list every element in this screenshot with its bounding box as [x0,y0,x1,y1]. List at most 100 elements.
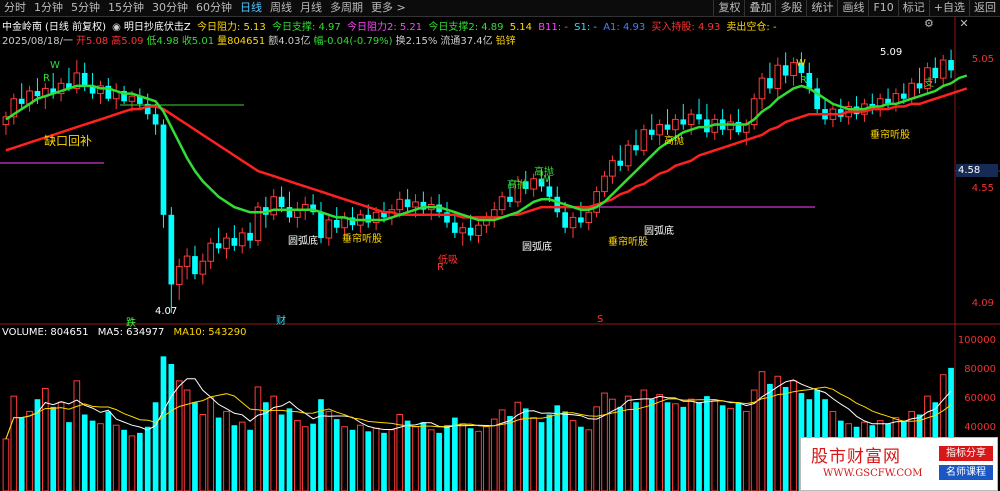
candle-body [192,256,198,275]
volume-bar [530,417,537,491]
candle-body [175,265,183,285]
volume-bar [538,422,545,491]
volume-bar [436,432,442,491]
candle-body [396,198,404,211]
volume-bar [585,429,593,491]
volume-bar [263,402,269,491]
curtain-label-1: 垂帘听股 [342,234,382,245]
volume-bar [696,402,702,491]
candle-body [333,219,340,228]
candle-body [507,196,513,202]
curtain-label-2: 垂帘听股 [608,237,648,248]
candle-body [270,196,278,216]
candle-body [247,232,253,241]
candle-body [183,255,191,267]
volume-bar [569,420,577,491]
volume-bar [617,406,624,491]
candle-body [687,113,695,126]
volume-bar [490,418,498,491]
candle-body [672,118,679,131]
candle-body [152,114,159,125]
volume-bar [238,421,246,491]
watermark-tag-share: 指标分享 [939,446,993,461]
volume-bar [475,430,482,491]
volume-bar [664,402,671,491]
candle-body [624,144,632,167]
candle-body [767,78,773,89]
volume-bar [680,406,687,491]
watermark-url: WWW.GSCFW.COM [823,468,923,479]
volume-bar [318,399,324,491]
candle-body [365,214,372,223]
volume-bar [372,427,380,491]
candle-body [656,124,663,136]
volume-bar [727,407,734,491]
candle-body [664,124,671,130]
volume-bar [349,429,356,491]
volume-bar [357,424,364,491]
candle-body [34,91,41,97]
candle-body [199,260,207,275]
volume-bar [207,397,215,491]
volume-bar [247,429,253,491]
volume-bar [254,386,262,491]
candle-body [774,64,782,89]
volume-bar [578,426,584,491]
volume-bar [467,428,474,491]
candle-body [278,196,285,208]
candle-body [81,72,88,86]
volume-bar [365,431,372,491]
volume-bar [2,438,10,491]
w-marker-1: W [50,60,60,71]
candle-body [498,196,506,211]
candle-body [530,178,537,190]
volume-bar [50,406,57,491]
volume-bar [310,423,316,491]
volume-bar [514,401,522,491]
volume-bar [199,414,207,491]
volume-bar [648,399,655,491]
event-drop-marker[interactable]: 跌 [126,314,136,329]
volume-bar [144,426,151,491]
price-axis-label-mid: 4.55 [971,183,994,194]
event-finance-marker[interactable]: 财 [276,312,286,327]
candle-body [467,227,474,236]
round-bottom-label-3: 圆弧底 [644,226,674,237]
candle-body [318,212,324,239]
volume-bar [742,410,750,491]
volume-bar [782,386,789,491]
candle-body [585,211,593,224]
volume-bar [160,356,167,491]
low-price-label: 4.07 [155,306,178,317]
volume-bar [10,395,18,491]
w-marker-3: W [796,58,806,69]
round-bottom-label-2: 圆弧底 [522,242,552,253]
ma-short-line [5,74,968,222]
volume-bar [192,402,198,491]
candle-body [238,232,246,247]
volume-bar [223,410,230,491]
volume-axis-40k: 40000 [964,422,996,433]
volume-bar [381,432,387,491]
round-bottom-label-1: 圆弧底 [288,236,318,247]
candle-body [18,98,25,104]
volume-bar [719,405,726,491]
w-marker-2: W [540,174,550,185]
volume-bar [231,425,238,491]
volume-bar [97,423,104,491]
volume-bar [687,398,695,491]
candle-body [696,114,702,120]
candle-body [578,217,584,223]
candle-body [128,95,136,102]
volume-bar [656,394,663,491]
watermark-logo: 股市财富网 WWW.GSCFW.COM 指标分享 名师课程 [800,437,998,491]
candle-body [452,222,458,233]
kline-chart[interactable] [0,0,1000,491]
volume-bar [294,420,301,491]
price-axis-label-high: 5.05 [971,54,994,65]
event-s-marker[interactable]: S [597,314,603,325]
candle-body [916,83,923,89]
volume-bar [18,417,25,491]
volume-bar [427,429,435,491]
volume-bar [89,420,96,491]
